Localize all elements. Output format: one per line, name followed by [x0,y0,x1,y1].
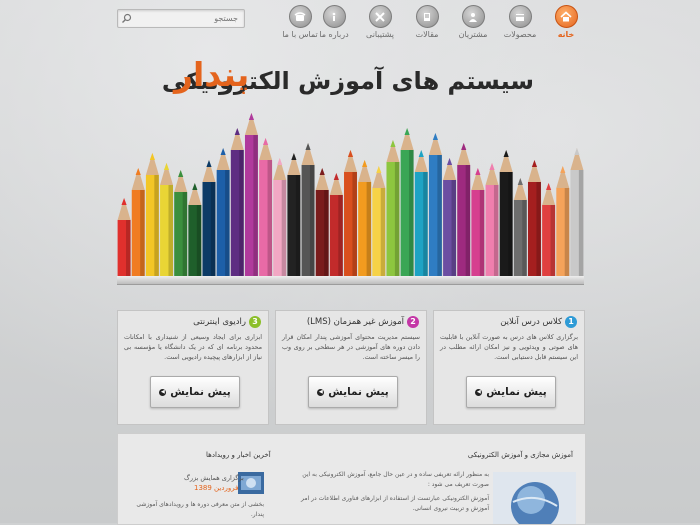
nav-label: مقالات [415,30,439,39]
box-icon [508,5,532,28]
tools-icon [368,5,392,28]
arrow-left-icon: ◀ [475,388,483,396]
nav-products[interactable]: محصولات [495,5,545,39]
article-icon [415,5,439,28]
feature-title: کلاس درس آنلاین [500,317,562,327]
feature-number-badge: 2 [407,316,419,328]
news-text: بخشی از متن معرفی دوره ها و رویدادهای آم… [136,501,264,518]
banner-title: سیستم های آموزش الکترونیکی پندار [162,55,540,107]
nav-home[interactable]: خانه [541,5,591,39]
banner-shelf [117,276,584,285]
home-icon [554,5,578,28]
nav-label: درباره ما [319,30,349,39]
feature-description: برگزاری کلاس های درس به صورت آنلاین با ق… [440,333,578,361]
nav-support[interactable]: پشتیبانی [355,5,405,39]
nav-articles[interactable]: مقالات [402,5,452,39]
elearning-text: به منظور ارائه تعریفی ساده و در عین حال … [302,471,489,488]
globe-image [493,472,576,524]
preview-button[interactable]: پیش نمایش ◀ [466,376,556,408]
preview-button-label: پیش نمایش [170,386,231,398]
feature-number-badge: 3 [249,316,261,328]
search-box[interactable] [117,9,245,28]
feature-number-badge: 1 [565,316,577,328]
search-input[interactable] [134,10,238,27]
news-section-title: آخرین اخبار و رویدادها [206,451,271,459]
users-icon [461,5,485,28]
nav-label: پشتیبانی [366,30,394,39]
arrow-left-icon: ◀ [159,388,167,396]
feature-description: ابزاری برای ایجاد وسیعی از شنیداری با ام… [124,333,262,361]
feature-title: آموزش غیر همزمان (LMS) [306,317,404,327]
preview-button-label: پیش نمایش [486,386,547,398]
preview-button-label: پیش نمایش [328,386,389,398]
news-date: فروردین 1389 [194,484,239,492]
info-icon [322,5,346,28]
nav-about[interactable]: درباره ما [309,5,359,39]
feature-description: سیستم مدیریت محتوای آموزشی پندار امکان ق… [282,333,420,361]
nav-label: محصولات [503,30,537,39]
feature-title: رادیوی اینترنتی [193,317,246,327]
news-title[interactable]: برگزاری همایش بزرگ [184,474,244,482]
brand-name: پندار [174,55,250,94]
elearning-text: آموزش الکترونیکی عبارتست از استفاده از ا… [301,495,489,512]
feature-box-online-class: 1 کلاس درس آنلاین برگزاری کلاس های درس ب… [433,310,585,425]
pencils-banner-image [117,113,584,278]
search-icon[interactable] [121,13,132,24]
nav-label: مشتریان [458,30,488,39]
arrow-left-icon: ◀ [317,388,325,396]
nav-customers[interactable]: مشتریان [448,5,498,39]
feature-box-radio: 3 رادیوی اینترنتی ابزاری برای ایجاد وسیع… [117,310,269,425]
nav-label: خانه [557,30,575,39]
preview-button[interactable]: پیش نمایش ◀ [150,376,240,408]
feature-box-lms: 2 آموزش غیر همزمان (LMS) سیستم مدیریت مح… [275,310,427,425]
preview-button[interactable]: پیش نمایش ◀ [308,376,398,408]
bottom-panel: آموزش مجازی و آموزش الکترونیکی به منظور … [117,433,586,525]
elearning-section-title: آموزش مجازی و آموزش الکترونیکی [467,451,573,459]
